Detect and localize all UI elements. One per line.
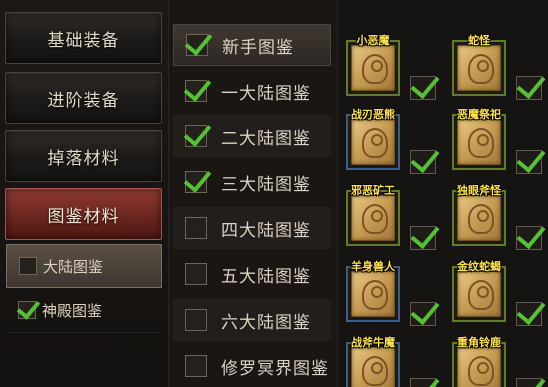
map-row-continent-2[interactable]: 二大陆图鉴 bbox=[173, 115, 331, 157]
checkbox[interactable] bbox=[185, 355, 207, 377]
checkbox[interactable] bbox=[516, 76, 542, 100]
checkbox[interactable] bbox=[185, 125, 207, 147]
checkbox[interactable] bbox=[410, 226, 436, 250]
sub-item-label: 大陆图鉴 bbox=[43, 257, 104, 276]
codex-book-icon bbox=[457, 195, 501, 241]
map-row-label: 五大陆图鉴 bbox=[221, 266, 311, 287]
checkbox[interactable] bbox=[410, 302, 436, 326]
map-row-continent-1[interactable]: 一大陆图鉴 bbox=[173, 70, 331, 112]
checkbox[interactable] bbox=[185, 263, 207, 285]
checkbox[interactable] bbox=[516, 226, 542, 250]
codex-book-icon bbox=[351, 45, 395, 91]
codex-item[interactable]: 战刃恶熊 bbox=[342, 106, 440, 176]
codex-book-icon bbox=[457, 347, 501, 387]
map-row-label: 三大陆图鉴 bbox=[221, 174, 311, 195]
map-row-label: 一大陆图鉴 bbox=[221, 83, 311, 104]
item-slot[interactable] bbox=[452, 40, 506, 96]
codex-item[interactable]: 独眼斧怪 bbox=[448, 182, 546, 252]
item-name: 邪恶矿工 bbox=[351, 184, 395, 197]
map-row-label: 六大陆图鉴 bbox=[221, 312, 311, 333]
item-name: 恶魔祭祀 bbox=[457, 108, 501, 121]
codex-book-icon bbox=[351, 347, 395, 387]
sub-item-continent-codex[interactable]: 大陆图鉴 bbox=[6, 244, 162, 288]
map-row-label: 新手图鉴 bbox=[222, 37, 294, 58]
checkbox[interactable] bbox=[18, 301, 36, 319]
codex-item[interactable]: 小恶魔 bbox=[342, 32, 440, 102]
item-name: 独眼斧怪 bbox=[457, 184, 501, 197]
item-slot[interactable] bbox=[452, 114, 506, 170]
checkbox[interactable] bbox=[410, 150, 436, 174]
codex-book-icon bbox=[351, 195, 395, 241]
codex-item[interactable]: 邪恶矿工 bbox=[342, 182, 440, 252]
checkbox[interactable] bbox=[19, 257, 37, 275]
codex-book-icon bbox=[457, 119, 501, 165]
codex-book-icon bbox=[351, 119, 395, 165]
checkbox[interactable] bbox=[186, 34, 208, 56]
item-name: 战刃恶熊 bbox=[351, 108, 395, 121]
map-row-asura-netherworld[interactable]: 修罗冥界图鉴 bbox=[173, 345, 331, 387]
sub-item-temple-codex[interactable]: 神殿图鉴 bbox=[6, 288, 162, 332]
codex-book-icon bbox=[457, 271, 501, 317]
codex-book-icon bbox=[351, 271, 395, 317]
codex-item[interactable]: 羊身兽人 bbox=[342, 258, 440, 328]
item-name: 战斧牛魔 bbox=[351, 336, 395, 349]
codex-book-icon bbox=[457, 45, 501, 91]
item-slot[interactable] bbox=[452, 266, 506, 322]
codex-item[interactable]: 金纹蛇蝎 bbox=[448, 258, 546, 328]
item-name: 蛇怪 bbox=[468, 34, 490, 47]
category-advanced-equipment[interactable]: 进阶装备 bbox=[5, 72, 162, 124]
map-row-label: 四大陆图鉴 bbox=[221, 220, 311, 241]
map-row-continent-5[interactable]: 五大陆图鉴 bbox=[173, 253, 331, 295]
checkbox[interactable] bbox=[516, 378, 542, 387]
checkbox[interactable] bbox=[516, 302, 542, 326]
divider bbox=[8, 332, 158, 333]
item-slot[interactable] bbox=[346, 114, 400, 170]
checkbox[interactable] bbox=[516, 150, 542, 174]
checkbox[interactable] bbox=[185, 217, 207, 239]
category-drop-materials[interactable]: 掉落材料 bbox=[5, 130, 162, 182]
map-row-continent-6[interactable]: 六大陆图鉴 bbox=[173, 299, 331, 341]
map-row-novice[interactable]: 新手图鉴 bbox=[173, 24, 331, 66]
checkbox[interactable] bbox=[185, 309, 207, 331]
item-slot[interactable] bbox=[346, 40, 400, 96]
item-name: 重角铃鹿 bbox=[457, 336, 501, 349]
item-name: 羊身兽人 bbox=[351, 260, 395, 273]
codex-item[interactable]: 重角铃鹿 bbox=[448, 334, 546, 387]
codex-item[interactable]: 蛇怪 bbox=[448, 32, 546, 102]
item-slot[interactable] bbox=[346, 190, 400, 246]
map-row-continent-3[interactable]: 三大陆图鉴 bbox=[173, 161, 331, 203]
checkbox[interactable] bbox=[410, 378, 436, 387]
map-row-label: 二大陆图鉴 bbox=[221, 128, 311, 149]
codex-item-grid: 小恶魔 蛇怪 战刃恶熊 恶魔祭祀 邪恶矿工 独眼斧怪 羊身兽人 金纹蛇蝎 战斧牛… bbox=[338, 0, 548, 387]
map-list-panel: 新手图鉴 一大陆图鉴 二大陆图鉴 三大陆图鉴 四大陆图鉴 五大陆图鉴 六大陆图鉴… bbox=[168, 0, 338, 387]
map-row-label: 修罗冥界图鉴 bbox=[221, 358, 329, 379]
codex-item[interactable]: 恶魔祭祀 bbox=[448, 106, 546, 176]
checkbox[interactable] bbox=[185, 171, 207, 193]
codex-item[interactable]: 战斧牛魔 bbox=[342, 334, 440, 387]
checkbox[interactable] bbox=[410, 76, 436, 100]
category-panel: 基础装备 进阶装备 掉落材料 图鉴材料 大陆图鉴 神殿图鉴 bbox=[0, 0, 168, 387]
item-slot[interactable] bbox=[452, 190, 506, 246]
sub-item-label: 神殿图鉴 bbox=[42, 301, 103, 320]
item-slot[interactable] bbox=[346, 266, 400, 322]
item-name: 金纹蛇蝎 bbox=[457, 260, 501, 273]
category-basic-equipment[interactable]: 基础装备 bbox=[5, 12, 162, 64]
checkbox[interactable] bbox=[185, 80, 207, 102]
category-codex-materials[interactable]: 图鉴材料 bbox=[5, 188, 162, 240]
map-row-continent-4[interactable]: 四大陆图鉴 bbox=[173, 207, 331, 249]
item-name: 小恶魔 bbox=[356, 34, 390, 47]
